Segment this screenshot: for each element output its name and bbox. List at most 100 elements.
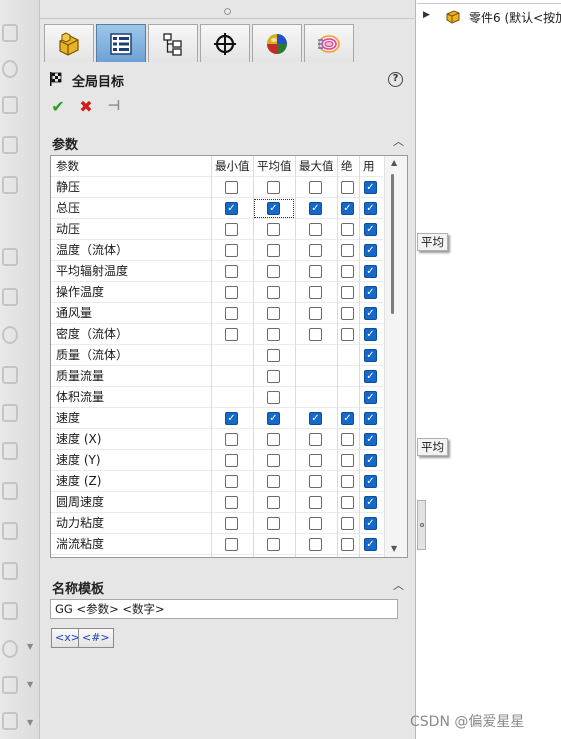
table-row[interactable]: 速度 ✓ ✓ ✓ ✓ ✓ [51, 408, 383, 429]
feature-tool-icon[interactable] [2, 676, 18, 694]
feature-tool-icon[interactable] [2, 326, 18, 344]
name-template-input[interactable]: GG <参数> <数字> [50, 599, 398, 619]
use-checkbox[interactable]: ✓ [364, 538, 377, 551]
max-checkbox[interactable] [309, 433, 322, 446]
max-checkbox[interactable] [309, 454, 322, 467]
panel-collapse-handle[interactable] [417, 500, 426, 550]
abs-checkbox[interactable] [341, 517, 354, 530]
table-row[interactable]: 操作温度 ✓ [51, 282, 383, 303]
feature-tool-icon[interactable] [2, 366, 18, 384]
min-checkbox[interactable] [225, 538, 238, 551]
chevron-up-icon[interactable]: ︿ [393, 133, 404, 149]
max-checkbox[interactable] [309, 244, 322, 257]
help-icon[interactable]: ? [388, 72, 403, 87]
column-header[interactable]: 最大值 [295, 156, 337, 177]
use-checkbox[interactable]: ✓ [364, 496, 377, 509]
ok-button[interactable]: ✔ [50, 97, 66, 116]
table-row[interactable]: 通风量 ✓ [51, 303, 383, 324]
table-row[interactable]: 动力粘度 ✓ [51, 513, 383, 534]
min-checkbox[interactable] [225, 454, 238, 467]
table-row[interactable]: 速度 (X) ✓ [51, 429, 383, 450]
use-checkbox[interactable]: ✓ [364, 391, 377, 404]
max-checkbox[interactable] [309, 496, 322, 509]
panel-grip[interactable] [224, 8, 231, 15]
value-checkbox[interactable] [267, 391, 280, 404]
feature-tool-icon[interactable] [2, 248, 18, 266]
avg-checkbox[interactable] [267, 475, 280, 488]
avg-checkbox[interactable] [267, 286, 280, 299]
feature-tool-icon[interactable] [2, 176, 18, 194]
feature-tool-icon[interactable] [2, 288, 18, 306]
table-row[interactable]: 速度 (Y) ✓ [51, 450, 383, 471]
avg-checkbox[interactable] [267, 454, 280, 467]
feature-tool-icon[interactable] [2, 482, 18, 500]
pin-button[interactable]: ⊣ [106, 98, 122, 114]
chevron-down-icon[interactable]: ▼ [27, 680, 33, 689]
max-checkbox[interactable] [309, 181, 322, 194]
tab-configuration-manager[interactable] [148, 24, 198, 62]
use-checkbox[interactable]: ✓ [364, 370, 377, 383]
scroll-down-arrow[interactable]: ▼ [391, 544, 397, 553]
min-checkbox[interactable] [225, 496, 238, 509]
avg-checkbox[interactable] [267, 517, 280, 530]
avg-checkbox[interactable] [267, 328, 280, 341]
parameters-group-header[interactable]: 参数 ︿ [48, 130, 410, 153]
tab-display-manager[interactable] [252, 24, 302, 62]
table-row[interactable]: 质量（流体） ✓ [51, 345, 383, 366]
abs-checkbox[interactable] [341, 307, 354, 320]
vertical-scrollbar[interactable]: ▲ ▼ [384, 156, 407, 557]
table-row[interactable]: 动压 ✓ [51, 219, 383, 240]
table-row[interactable]: 温度（流体） ✓ [51, 240, 383, 261]
max-checkbox[interactable] [309, 328, 322, 341]
value-checkbox[interactable] [267, 370, 280, 383]
use-checkbox[interactable]: ✓ [364, 454, 377, 467]
abs-checkbox[interactable]: ✓ [341, 412, 354, 425]
min-checkbox[interactable] [225, 328, 238, 341]
feature-tool-icon[interactable] [2, 522, 18, 540]
avg-checkbox[interactable] [267, 433, 280, 446]
max-checkbox[interactable] [309, 517, 322, 530]
min-checkbox[interactable] [225, 517, 238, 530]
table-row[interactable]: 湍流粘度 ✓ [51, 534, 383, 555]
cancel-button[interactable]: ✖ [78, 97, 94, 116]
max-checkbox[interactable] [309, 265, 322, 278]
column-header[interactable]: 用 [359, 156, 383, 177]
table-row[interactable]: 静压 ✓ [51, 177, 383, 198]
name-template-group-header[interactable]: 名称模板 ︿ [48, 574, 410, 597]
min-checkbox[interactable] [225, 265, 238, 278]
abs-checkbox[interactable] [341, 223, 354, 236]
avg-checkbox[interactable] [267, 496, 280, 509]
table-row[interactable]: 体积流量 ✓ [51, 387, 383, 408]
min-checkbox[interactable] [225, 307, 238, 320]
table-row[interactable]: 总压 ✓ ✓ ✓ ✓ ✓ [51, 198, 383, 219]
expand-arrow-icon[interactable]: ▶ [423, 10, 430, 20]
abs-checkbox[interactable] [341, 244, 354, 257]
min-checkbox[interactable] [225, 181, 238, 194]
avg-checkbox[interactable] [267, 265, 280, 278]
abs-checkbox[interactable] [341, 496, 354, 509]
tab-property-manager[interactable] [96, 24, 146, 62]
abs-checkbox[interactable] [341, 433, 354, 446]
abs-checkbox[interactable] [341, 454, 354, 467]
use-checkbox[interactable]: ✓ [364, 286, 377, 299]
abs-checkbox[interactable] [341, 286, 354, 299]
use-checkbox[interactable]: ✓ [364, 517, 377, 530]
max-checkbox[interactable]: ✓ [309, 202, 322, 215]
min-checkbox[interactable] [225, 244, 238, 257]
max-checkbox[interactable] [309, 475, 322, 488]
scroll-up-arrow[interactable]: ▲ [391, 158, 397, 167]
column-header[interactable]: 绝 [337, 156, 359, 177]
column-header[interactable]: 平均值 [253, 156, 295, 177]
chevron-up-icon[interactable]: ︿ [393, 577, 404, 593]
feature-tool-icon[interactable] [2, 712, 18, 730]
use-checkbox[interactable]: ✓ [364, 223, 377, 236]
feature-tool-icon[interactable] [2, 96, 18, 114]
graphics-area[interactable]: ▶ 零件6 (默认<按加工 平均 平均 CSDN @偏爱星星 [410, 0, 561, 739]
abs-checkbox[interactable] [341, 538, 354, 551]
tab-feature-manager[interactable] [44, 24, 94, 62]
use-checkbox[interactable]: ✓ [364, 328, 377, 341]
use-checkbox[interactable]: ✓ [364, 244, 377, 257]
feature-tool-icon[interactable] [2, 562, 18, 580]
table-row[interactable]: 圆周速度 ✓ [51, 492, 383, 513]
use-checkbox[interactable]: ✓ [364, 202, 377, 215]
